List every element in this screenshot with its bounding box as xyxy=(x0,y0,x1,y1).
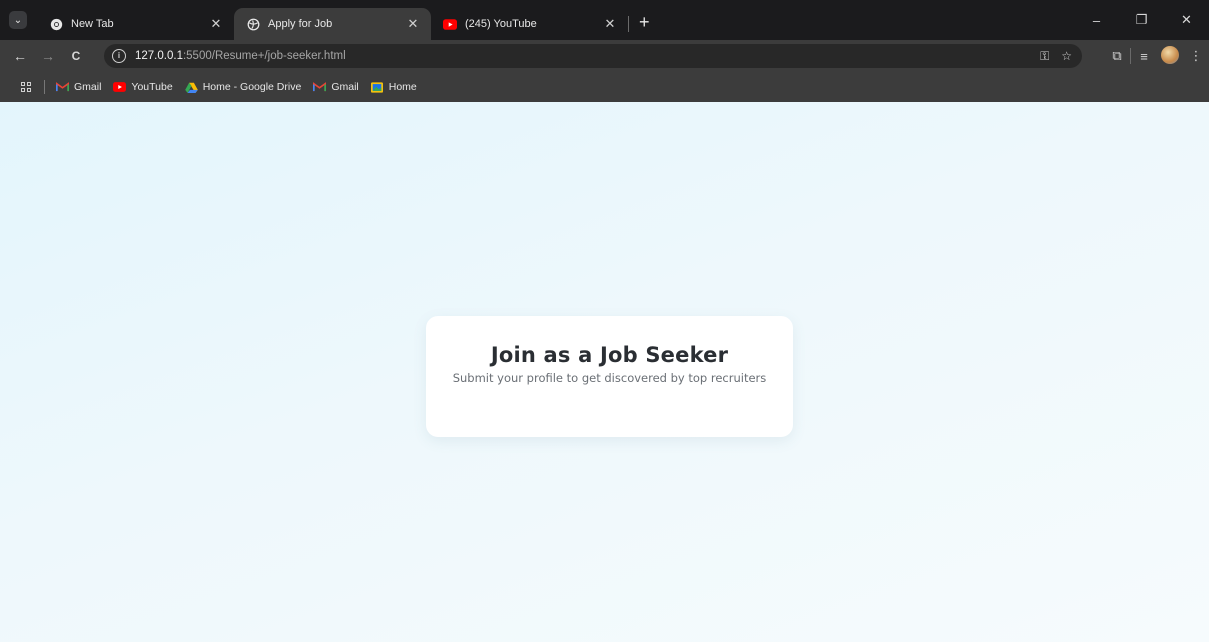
site-info-icon[interactable]: i xyxy=(112,49,126,63)
bookmark-label: Gmail xyxy=(331,81,359,93)
menu-kebab-icon[interactable]: ⋮ xyxy=(1183,48,1209,64)
address-bar-actions: ⚿ ☆ xyxy=(1040,44,1072,68)
address-bar[interactable]: i 127.0.0.1:5500/Resume+/job-seeker.html… xyxy=(104,44,1082,68)
tab-title: New Tab xyxy=(71,18,114,30)
youtube-icon xyxy=(113,82,127,93)
bookmark-gmail[interactable]: Gmail xyxy=(56,81,101,93)
gmail-icon xyxy=(56,82,69,93)
bookmark-label: Home - Google Drive xyxy=(202,81,302,93)
page-subtitle: Submit your profile to get discovered by… xyxy=(452,371,767,385)
drive-icon xyxy=(184,82,198,93)
page-viewport: Join as a Job Seeker Submit your profile… xyxy=(0,102,1209,642)
globe-icon xyxy=(246,17,260,31)
extensions-icon[interactable]: ⧉ xyxy=(1104,48,1130,64)
reading-list-icon[interactable]: ≡ xyxy=(1131,49,1157,64)
apps-grid-icon[interactable] xyxy=(21,82,31,92)
bookmark-youtube[interactable]: YouTube xyxy=(113,81,173,93)
window-controls: – ❐ ✕ xyxy=(1074,0,1209,40)
new-tab-button[interactable]: + xyxy=(639,12,650,33)
back-icon[interactable]: ← xyxy=(6,48,34,64)
browser-toolbar: ← → C i 127.0.0.1:5500/Resume+/job-seeke… xyxy=(0,40,1209,72)
close-tab-icon[interactable]: ✕ xyxy=(208,16,224,32)
gmail-icon xyxy=(313,82,327,93)
tab-list: New Tab ✕ Apply for Job ✕ (245) YouTube … xyxy=(37,8,629,40)
restore-icon[interactable]: ❐ xyxy=(1119,0,1164,40)
tab-search-button[interactable]: ⌄ xyxy=(9,11,27,29)
tab-youtube[interactable]: (245) YouTube ✕ xyxy=(431,8,628,40)
bookmark-label: Home xyxy=(388,81,417,93)
minimize-icon[interactable]: – xyxy=(1074,0,1119,40)
tab-strip: ⌄ New Tab ✕ Apply for Job ✕ (245) YouTub… xyxy=(0,0,1209,40)
close-window-icon[interactable]: ✕ xyxy=(1164,0,1209,40)
tab-apply-for-job[interactable]: Apply for Job ✕ xyxy=(234,8,431,40)
chevron-down-icon: ⌄ xyxy=(13,14,23,26)
address-host: 127.0.0.1 xyxy=(135,50,183,62)
reload-icon[interactable]: C xyxy=(62,49,90,63)
youtube-icon xyxy=(443,17,457,31)
password-key-icon[interactable]: ⚿ xyxy=(1040,49,1049,64)
bookmark-label: YouTube xyxy=(131,81,173,93)
chrome-icon xyxy=(49,17,63,31)
bookmark-google-drive[interactable]: Home - Google Drive xyxy=(184,81,302,93)
job-seeker-card: Join as a Job Seeker Submit your profile… xyxy=(426,316,793,437)
forward-icon[interactable]: → xyxy=(34,48,62,64)
tab-divider xyxy=(628,16,629,32)
page-title: Join as a Job Seeker xyxy=(490,343,729,367)
bookmark-home[interactable]: Home xyxy=(371,81,417,93)
avatar-icon xyxy=(1161,45,1179,64)
toolbar-actions: ⧉ ≡ ⋮ xyxy=(1104,40,1209,72)
close-tab-icon[interactable]: ✕ xyxy=(405,16,421,32)
tab-new-tab[interactable]: New Tab ✕ xyxy=(37,8,234,40)
address-path: :5500/Resume+/job-seeker.html xyxy=(182,50,346,62)
bookmarks-divider xyxy=(44,80,45,94)
bookmark-label: Gmail xyxy=(74,81,102,93)
tab-title: (245) YouTube xyxy=(465,18,537,30)
bookmark-gmail[interactable]: Gmail xyxy=(313,81,359,93)
close-tab-icon[interactable]: ✕ xyxy=(602,16,618,32)
bookmark-star-icon[interactable]: ☆ xyxy=(1061,49,1072,63)
tab-title: Apply for Job xyxy=(268,18,333,30)
home-image-icon xyxy=(371,81,384,93)
profile-avatar[interactable] xyxy=(1157,45,1183,67)
bookmarks-bar: Gmail YouTube Home - Google Drive Gmail … xyxy=(0,72,1209,102)
